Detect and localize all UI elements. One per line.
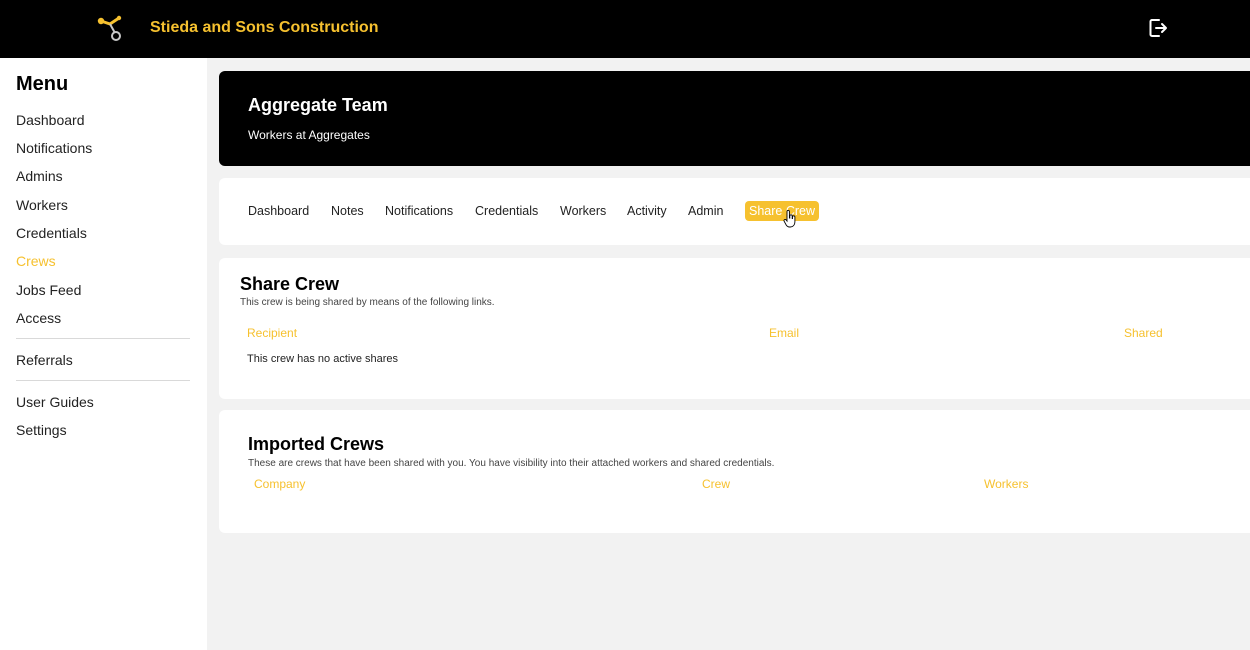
crane-hook-icon[interactable] <box>95 13 125 43</box>
sidebar-item-workers[interactable]: Workers <box>16 197 68 213</box>
menu-title: Menu <box>16 73 69 95</box>
tab-notes[interactable]: Notes <box>331 204 364 218</box>
tab-admin[interactable]: Admin <box>688 204 723 218</box>
sidebar-item-notifications[interactable]: Notifications <box>16 140 92 156</box>
imported-crews-title: Imported Crews <box>248 434 385 454</box>
column-header-recipient: Recipient <box>247 326 298 340</box>
sidebar-item-referrals[interactable]: Referrals <box>16 352 73 368</box>
empty-shares-message: This crew has no active shares <box>247 353 399 365</box>
team-tabs: Dashboard Notes Notifications Credential… <box>219 178 1250 245</box>
column-header-company: Company <box>254 477 306 491</box>
share-crew-subtitle: This crew is being shared by means of th… <box>240 297 495 308</box>
tab-activity[interactable]: Activity <box>627 204 667 218</box>
sidebar-item-settings[interactable]: Settings <box>16 422 67 438</box>
column-header-crew: Crew <box>702 477 731 491</box>
top-bar: Stieda and Sons Construction <box>0 0 1250 58</box>
team-header: Aggregate Team Workers at Aggregates <box>219 71 1250 166</box>
logout-icon[interactable] <box>1147 17 1169 39</box>
tab-workers[interactable]: Workers <box>560 204 606 218</box>
sidebar: Menu Dashboard Notifications Admins Work… <box>0 58 207 650</box>
team-subtitle: Workers at Aggregates <box>248 128 370 142</box>
tab-share-crew[interactable]: Share Crew <box>745 201 819 221</box>
sidebar-item-admins[interactable]: Admins <box>16 168 63 184</box>
sidebar-divider <box>16 338 190 339</box>
sidebar-item-access[interactable]: Access <box>16 310 61 326</box>
share-crew-section: Share Crew This crew is being shared by … <box>219 258 1250 399</box>
column-header-workers: Workers <box>984 477 1029 491</box>
sidebar-item-dashboard[interactable]: Dashboard <box>16 112 85 128</box>
column-header-email: Email <box>769 326 800 340</box>
brand-name: Stieda and Sons Construction <box>150 19 379 36</box>
sidebar-item-user-guides[interactable]: User Guides <box>16 394 94 410</box>
sidebar-item-crews[interactable]: Crews <box>16 253 56 269</box>
team-title: Aggregate Team <box>248 95 388 115</box>
imported-crews-subtitle: These are crews that have been shared wi… <box>248 458 775 469</box>
tab-dashboard[interactable]: Dashboard <box>248 204 309 218</box>
share-crew-title: Share Crew <box>240 274 340 294</box>
sidebar-divider <box>16 380 190 381</box>
tab-credentials[interactable]: Credentials <box>475 204 538 218</box>
sidebar-item-jobs-feed[interactable]: Jobs Feed <box>16 282 81 298</box>
column-header-shared: Shared <box>1124 326 1163 340</box>
imported-crews-section: Imported Crews These are crews that have… <box>219 410 1250 533</box>
tab-notifications[interactable]: Notifications <box>385 204 453 218</box>
sidebar-item-credentials[interactable]: Credentials <box>16 225 87 241</box>
